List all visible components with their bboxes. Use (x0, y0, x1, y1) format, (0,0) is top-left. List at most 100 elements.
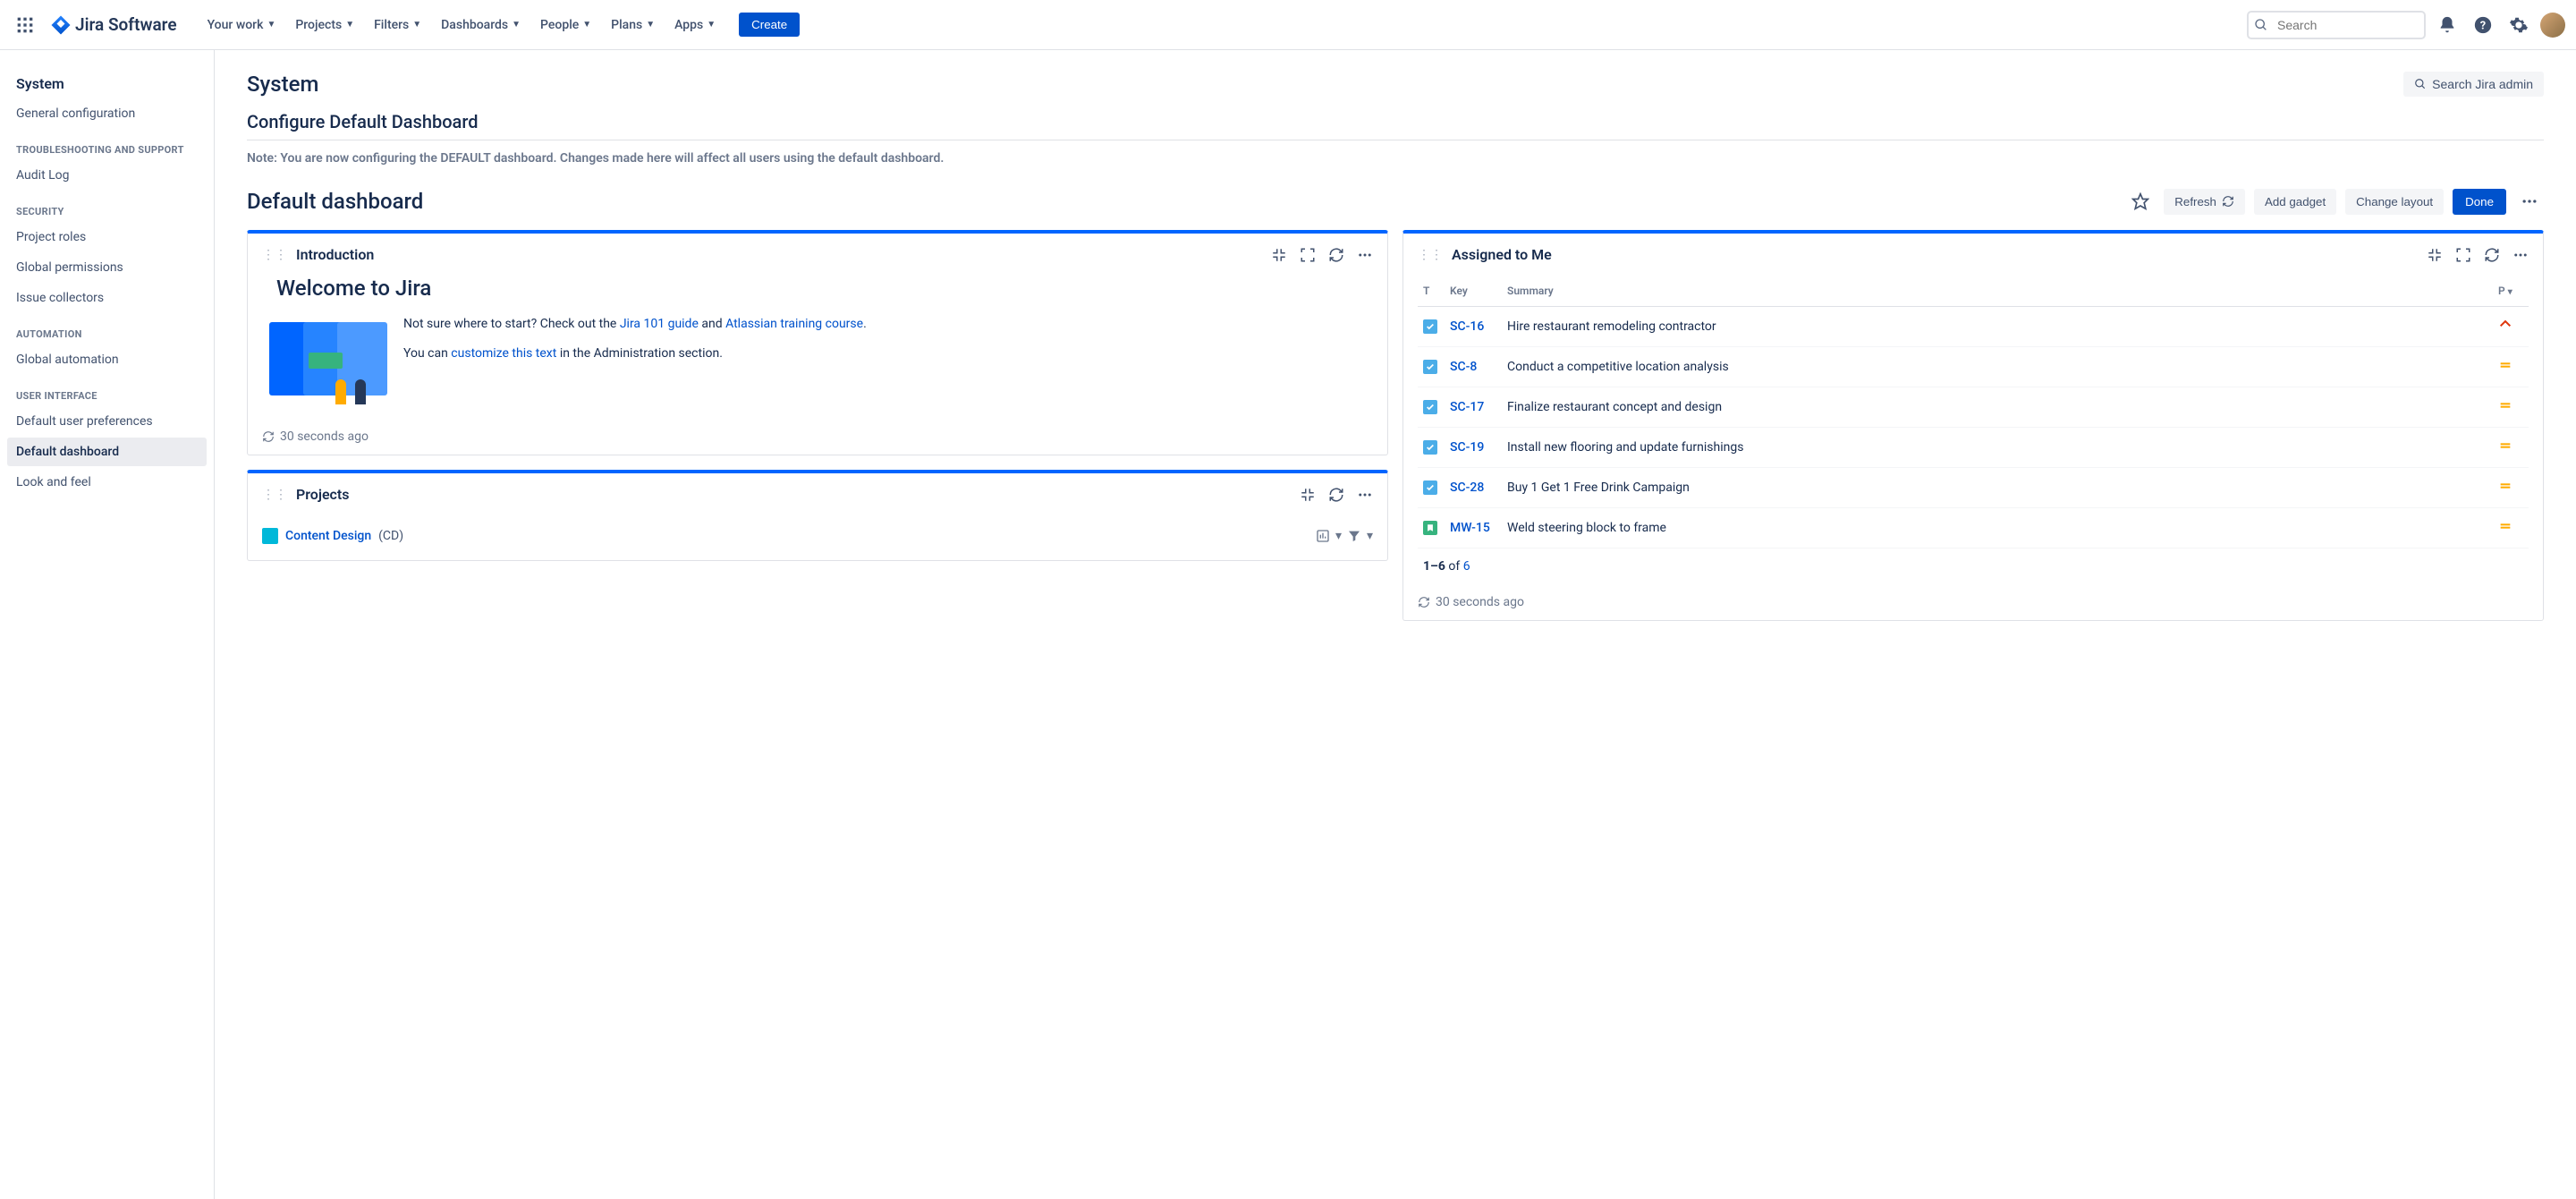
sidebar-heading: TROUBLESHOOTING AND SUPPORT (7, 130, 207, 161)
more-icon[interactable] (2515, 187, 2544, 216)
drag-handle-icon[interactable]: ⋮⋮ (1418, 248, 1443, 262)
chevron-down-icon[interactable]: ▾ (1335, 529, 1342, 543)
nav-item-dashboards[interactable]: Dashboards▼ (432, 13, 530, 38)
gadget-assigned-to-me: ⋮⋮ Assigned to Me (1402, 230, 2544, 621)
more-icon[interactable] (1357, 487, 1373, 503)
dashboard-actions: Refresh Add gadget Change layout Done (2126, 187, 2544, 216)
table-row[interactable]: SC-16Hire restaurant remodeling contract… (1418, 307, 2529, 347)
filter-icon[interactable] (1347, 529, 1361, 543)
nav-item-label: People (540, 18, 579, 32)
gadget-body: Content Design (CD) ▾ ▾ (248, 515, 1387, 560)
gadget-header: ⋮⋮ Projects (248, 473, 1387, 515)
pagination-total-link[interactable]: 6 (1463, 559, 1470, 574)
gadget-introduction: ⋮⋮ Introduction Welcome to Jira (247, 230, 1388, 455)
more-icon[interactable] (2512, 247, 2529, 263)
column-key[interactable]: Key (1445, 276, 1502, 307)
issue-key[interactable]: SC-17 (1450, 400, 1484, 414)
help-icon[interactable]: ? (2469, 11, 2497, 39)
column-priority[interactable]: P ▾ (2493, 276, 2529, 307)
issue-key[interactable]: MW-15 (1450, 521, 1490, 535)
change-layout-button[interactable]: Change layout (2345, 189, 2444, 215)
customize-link[interactable]: customize this text (451, 346, 556, 361)
drag-handle-icon[interactable]: ⋮⋮ (262, 248, 287, 262)
sidebar-item-project-roles[interactable]: Project roles (7, 223, 207, 251)
issue-key[interactable]: SC-19 (1450, 440, 1484, 455)
notifications-icon[interactable] (2433, 11, 2462, 39)
project-name: Content Design (285, 529, 371, 543)
nav-item-people[interactable]: People▼ (531, 13, 600, 38)
story-icon (1423, 521, 1437, 535)
table-row[interactable]: MW-15Weld steering block to frame (1418, 508, 2529, 548)
table-row[interactable]: SC-28 Buy 1 Get 1 Free Drink Campaign (1418, 468, 2529, 508)
sidebar-item-default-user-preferences[interactable]: Default user preferences (7, 407, 207, 436)
refresh-icon[interactable] (2484, 247, 2500, 263)
nav-item-apps[interactable]: Apps▼ (665, 13, 724, 38)
settings-icon[interactable] (2504, 11, 2533, 39)
sidebar-item-default-dashboard[interactable]: Default dashboard (7, 438, 207, 466)
refresh-icon[interactable] (1328, 247, 1344, 263)
create-button[interactable]: Create (739, 13, 800, 37)
minimize-icon[interactable] (1300, 487, 1316, 503)
chevron-down-icon: ▼ (412, 20, 421, 30)
sidebar-item-look-and-feel[interactable]: Look and feel (7, 468, 207, 497)
star-icon[interactable] (2126, 187, 2155, 216)
avatar[interactable] (2540, 13, 2565, 38)
nav-item-filters[interactable]: Filters▼ (365, 13, 430, 38)
done-button[interactable]: Done (2453, 189, 2506, 215)
jira-101-link[interactable]: Jira 101 guide (620, 317, 699, 331)
app-switcher-icon[interactable] (11, 11, 39, 39)
issue-key[interactable]: SC-8 (1450, 360, 1477, 374)
table-row[interactable]: SC-17 Finalize restaurant concept and des… (1418, 387, 2529, 428)
drag-handle-icon[interactable]: ⋮⋮ (262, 488, 287, 502)
column-summary[interactable]: Summary (1502, 276, 2493, 307)
search-input[interactable] (2247, 11, 2426, 39)
chevron-down-icon[interactable]: ▾ (1367, 529, 1373, 543)
logo[interactable]: Jira Software (43, 14, 184, 36)
more-icon[interactable] (1357, 247, 1373, 263)
chart-icon[interactable] (1316, 529, 1330, 543)
welcome-title: Welcome to Jira (276, 276, 1366, 301)
sidebar-item-global-permissions[interactable]: Global permissions (7, 253, 207, 282)
search-box (2247, 11, 2426, 39)
sidebar-item-issue-collectors[interactable]: Issue collectors (7, 284, 207, 312)
nav-item-your-work[interactable]: Your work▼ (199, 13, 285, 38)
refresh-button[interactable]: Refresh (2164, 189, 2245, 215)
issue-key[interactable]: SC-16 (1450, 319, 1484, 334)
gadget-column-right: ⋮⋮ Assigned to Me (1402, 230, 2544, 621)
timestamp: 30 seconds ago (280, 429, 369, 444)
column-type[interactable]: T (1418, 276, 1445, 307)
chevron-down-icon: ▼ (267, 20, 275, 30)
issue-summary: Conduct a competitive location analysis (1507, 360, 1729, 374)
maximize-icon[interactable] (2455, 247, 2471, 263)
table-row[interactable]: SC-8 Conduct a competitive location analy… (1418, 347, 2529, 387)
add-gadget-button[interactable]: Add gadget (2254, 189, 2336, 215)
page-title: System (247, 72, 318, 97)
task-icon (1423, 440, 1437, 455)
sidebar-item-general-configuration[interactable]: General configuration (7, 99, 207, 128)
sidebar-item-audit-log[interactable]: Audit Log (7, 161, 207, 190)
project-row[interactable]: Content Design (CD) ▾ ▾ (262, 523, 1373, 549)
nav-item-label: Your work (208, 18, 264, 32)
search-jira-admin-label: Search Jira admin (2432, 77, 2533, 91)
training-link[interactable]: Atlassian training course (725, 317, 863, 331)
issue-summary: Finalize restaurant concept and design (1507, 400, 1722, 414)
nav-item-projects[interactable]: Projects▼ (286, 13, 363, 38)
table-row[interactable]: SC-19Install new flooring and update fur… (1418, 428, 2529, 468)
issue-summary: Buy 1 Get 1 Free Drink Campaign (1507, 480, 1690, 495)
search-jira-admin-button[interactable]: Search Jira admin (2403, 72, 2544, 97)
sidebar-item-global-automation[interactable]: Global automation (7, 345, 207, 374)
nav-item-label: Dashboards (441, 18, 508, 32)
minimize-icon[interactable] (1271, 247, 1287, 263)
maximize-icon[interactable] (1300, 247, 1316, 263)
task-icon (1423, 400, 1437, 414)
issues-table: T Key Summary P ▾ SC-16Hire restaurant r… (1418, 276, 2529, 548)
gadget-title: Assigned to Me (1452, 246, 2418, 263)
gadget-footer: 30 seconds ago (1403, 584, 2543, 620)
sidebar-title: System (7, 68, 207, 99)
nav-item-plans[interactable]: Plans▼ (602, 13, 664, 38)
issue-key[interactable]: SC-28 (1450, 480, 1484, 495)
minimize-icon[interactable] (2427, 247, 2443, 263)
refresh-icon[interactable] (1328, 487, 1344, 503)
dashboard-title: Default dashboard (247, 189, 423, 214)
project-icon (262, 528, 278, 544)
